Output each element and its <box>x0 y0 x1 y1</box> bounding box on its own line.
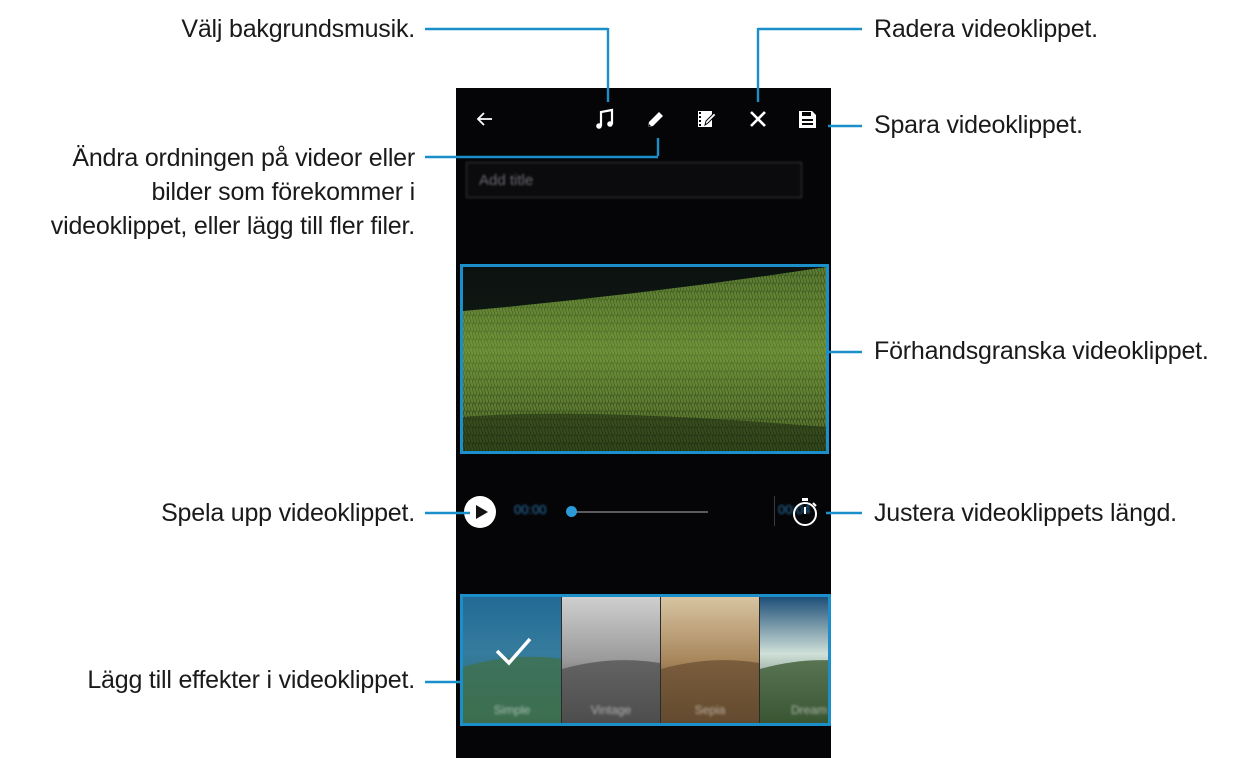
effect-label: Vintage <box>590 703 632 717</box>
effect-label: Dream <box>790 703 827 717</box>
callout-background-music: Välj bakgrundsmusik. <box>181 15 415 43</box>
save-icon[interactable] <box>792 104 822 134</box>
play-button[interactable] <box>464 496 496 528</box>
callout-preview-clip: Förhandsgranska videoklippet. <box>874 337 1209 365</box>
close-icon[interactable] <box>743 104 773 134</box>
pencil-icon[interactable] <box>640 104 670 134</box>
callout-play-clip: Spela upp videoklippet. <box>161 499 415 527</box>
phone-screen: Add title 00:00 00:04 Simple Vintage Sep… <box>456 88 831 758</box>
stopwatch-icon[interactable] <box>790 496 820 528</box>
callout-change-order: Ändra ordningen på videor eller bilder s… <box>50 144 415 240</box>
callout-add-effects: Lägg till effekter i videoklippet. <box>87 666 415 694</box>
back-arrow-icon[interactable] <box>470 104 500 134</box>
progress-track[interactable] <box>570 511 708 513</box>
title-input[interactable]: Add title <box>466 162 802 198</box>
callout-save-clip: Spara videoklippet. <box>874 111 1083 139</box>
checkmark-icon <box>495 637 532 666</box>
edit-clip-icon[interactable] <box>692 104 722 134</box>
start-time: 00:00 <box>514 502 547 517</box>
callout-adjust-length: Justera videoklippets längd. <box>874 499 1177 527</box>
music-note-icon[interactable] <box>590 104 620 134</box>
effect-label: Sepia <box>694 703 726 717</box>
video-preview[interactable] <box>460 264 829 454</box>
effect-thumbnail[interactable]: Vintage <box>562 597 661 723</box>
progress-thumb[interactable] <box>566 506 577 517</box>
effect-label: Simple <box>493 703 531 717</box>
effects-strip: Simple Vintage Sepia Dream <box>460 594 831 726</box>
playback-bar: 00:00 00:04 <box>456 492 831 532</box>
toolbar <box>456 88 831 152</box>
effect-thumbnail[interactable]: Dream <box>760 597 828 723</box>
effect-thumbnail[interactable]: Sepia <box>661 597 760 723</box>
callout-delete-clip: Radera videoklippet. <box>874 15 1098 43</box>
divider <box>774 496 775 526</box>
effect-thumbnail[interactable]: Simple <box>463 597 562 723</box>
grass-field-image <box>463 267 826 451</box>
